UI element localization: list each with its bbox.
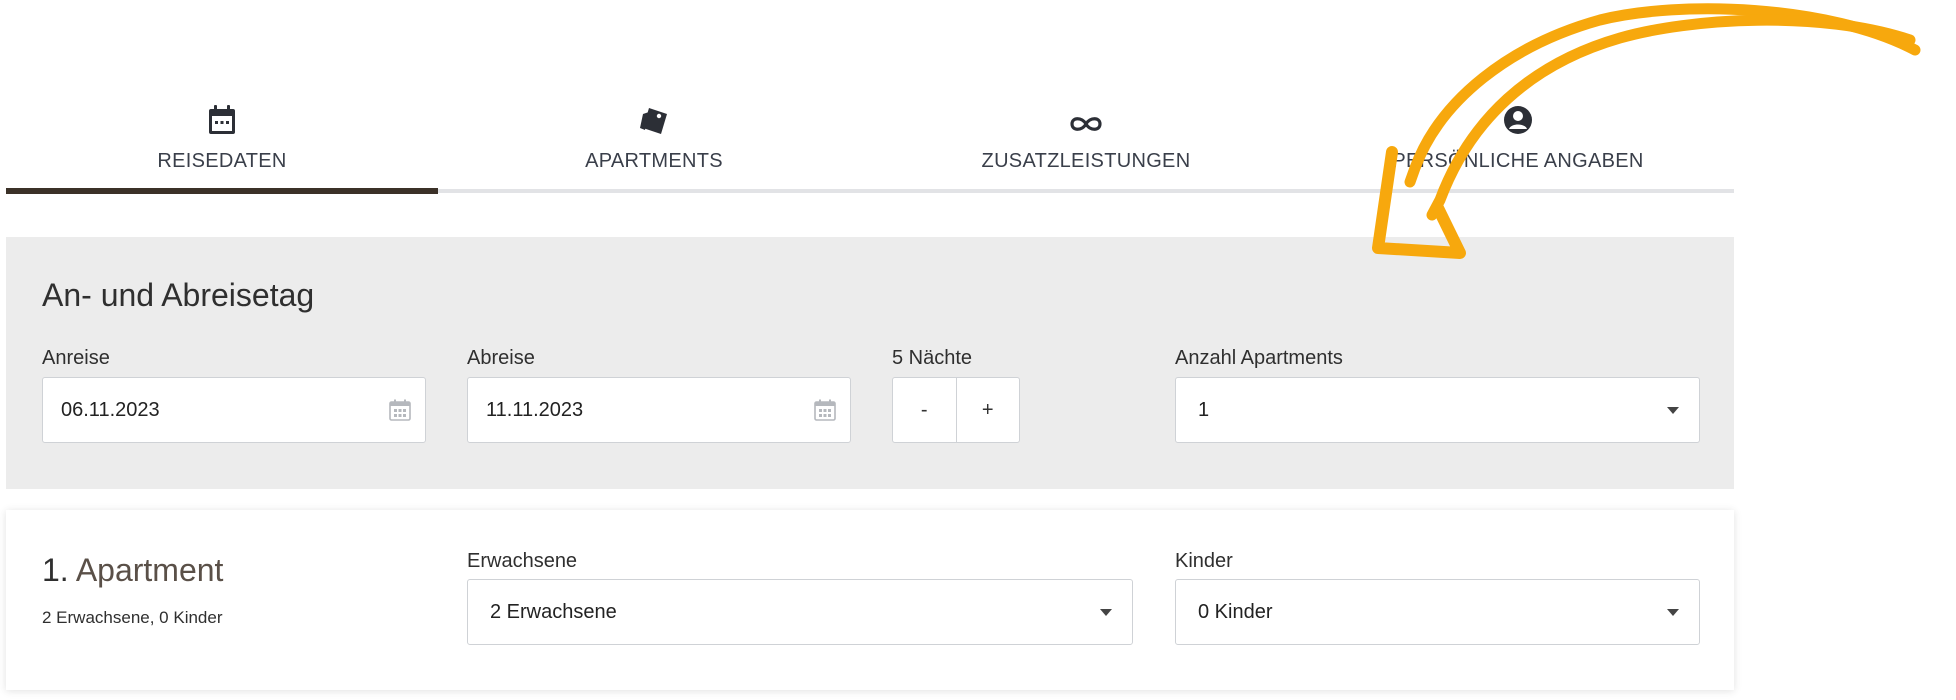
nights-stepper: - + [892,377,1020,443]
apartment-word: Apartment [75,552,224,588]
tags-icon [637,96,671,136]
decrease-nights-button[interactable]: - [893,378,956,442]
arrival-date-input[interactable]: 06.11.2023 [42,377,426,443]
step-label: PERSÖNLICHE ANGABEN [1392,150,1644,172]
children-select[interactable]: 0 Kinder [1175,579,1700,645]
adults-label: Erwachsene [467,550,578,572]
apartments-count-value: 1 [1198,398,1210,421]
calendar-icon[interactable] [389,399,411,421]
departure-date-value: 11.11.2023 [486,398,584,421]
chevron-down-icon [1667,406,1679,414]
infinity-icon [1066,96,1106,136]
calendar-icon [207,96,237,136]
apartment-card: 1. Apartment 2 Erwachsene, 0 Kinder Erwa… [6,510,1734,690]
arrival-date-value: 06.11.2023 [61,398,160,421]
step-zusatzleistungen[interactable]: ZUSATZLEISTUNGEN [870,96,1302,192]
dates-panel: An- und Abreisetag Anreise 06.11.2023 Ab… [6,237,1734,489]
panel-title: An- und Abreisetag [42,277,315,313]
steps-active-indicator [6,188,438,194]
apartment-title: 1. Apartment [42,552,223,589]
apartment-number: 1. [42,552,69,588]
step-label: APARTMENTS [585,150,723,172]
nights-label: 5 Nächte [892,347,973,369]
step-apartments[interactable]: APARTMENTS [438,96,870,192]
calendar-icon[interactable] [814,399,836,421]
chevron-down-icon [1100,608,1112,616]
step-persoenliche-angaben[interactable]: PERSÖNLICHE ANGABEN [1302,96,1734,192]
children-value: 0 Kinder [1198,600,1273,623]
chevron-down-icon [1667,608,1679,616]
increase-nights-button[interactable]: + [955,378,1020,442]
arrival-label: Anreise [42,347,110,369]
step-reisedaten[interactable]: REISEDATEN [6,96,438,192]
step-label: ZUSATZLEISTUNGEN [981,150,1191,172]
adults-select[interactable]: 2 Erwachsene [467,579,1133,645]
adults-value: 2 Erwachsene [490,600,617,623]
user-circle-icon [1502,96,1534,136]
children-label: Kinder [1175,550,1233,572]
departure-label: Abreise [467,347,535,369]
apartments-count-select[interactable]: 1 [1175,377,1700,443]
apartments-count-label: Anzahl Apartments [1175,347,1343,369]
booking-steps-nav: REISEDATEN APARTMENTS ZUSATZLEISTUNGEN P… [6,96,1734,192]
departure-date-input[interactable]: 11.11.2023 [467,377,851,443]
step-label: REISEDATEN [157,150,287,172]
apartment-summary: 2 Erwachsene, 0 Kinder [42,608,223,627]
